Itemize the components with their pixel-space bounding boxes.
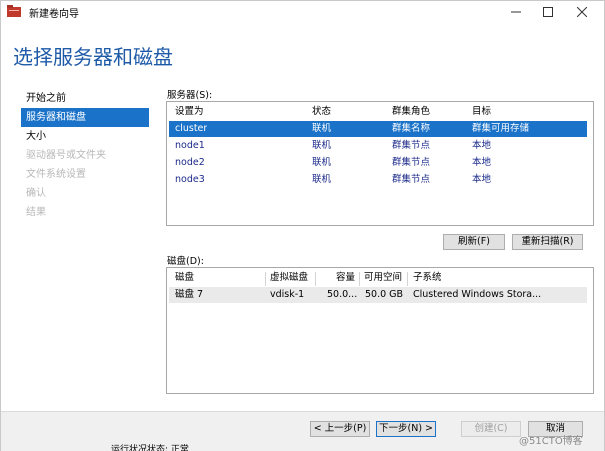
col-header-subsystem[interactable]: 子系统 [413,270,442,286]
disk-free-space: 50.0 GB [365,289,404,300]
background-status-text: 运行状况状态: 正常 [111,445,189,451]
col-header-capacity[interactable]: 容量 [336,270,355,286]
server-row-node1[interactable]: node1 联机 群集节点 本地 [169,138,587,154]
disk-capacity: 50.0... [327,289,358,300]
window-title: 新建卷向导 [29,9,79,20]
maximize-button[interactable] [533,1,563,23]
page-title: 选择服务器和磁盘 [13,45,173,69]
title-bar[interactable]: 新建卷向导 [1,1,604,23]
server-role: 群集节点 [392,174,431,185]
server-row-node3[interactable]: node3 联机 群集节点 本地 [169,172,587,188]
server-list-header: 设置为 状态 群集角色 目标 [169,104,587,120]
column-divider[interactable] [315,272,316,286]
server-status: 联机 [312,140,332,151]
next-button[interactable]: 下一步(N) > [376,421,436,437]
watermark: @51CTO博客 [519,436,583,447]
disk-row[interactable]: 磁盘 7 vdisk-1 50.0... 50.0 GB Clustered W… [169,287,587,303]
server-name: node3 [175,174,205,185]
column-divider[interactable] [359,272,360,286]
col-header-set-as[interactable]: 设置为 [175,104,204,120]
col-header-virtual-disk[interactable]: 虚拟磁盘 [270,270,308,286]
server-status: 联机 [312,157,332,168]
disk-list-header: 磁盘 虚拟磁盘 容量 可用空间 子系统 [169,270,587,286]
server-role: 群集节点 [392,157,431,168]
server-status: 联机 [312,123,332,134]
minimize-button[interactable] [501,1,531,23]
server-list[interactable]: 设置为 状态 群集角色 目标 cluster 联机 群集名称 群集可用存储 no… [166,101,594,226]
col-header-cluster-role[interactable]: 群集角色 [392,104,430,120]
disk-subsystem: Clustered Windows Stora... [413,289,542,300]
server-name: node2 [175,157,205,168]
nav-item-before-begin[interactable]: 开始之前 [21,89,149,108]
wizard-nav: 开始之前 服务器和磁盘 大小 驱动器号或文件夹 文件系统设置 确认 结果 [21,89,149,222]
server-row-cluster[interactable]: cluster 联机 群集名称 群集可用存储 [169,121,587,137]
nav-item-results: 结果 [26,207,46,218]
disks-label: 磁盘(D): [167,256,204,267]
server-target: 本地 [472,157,492,168]
nav-item-size[interactable]: 大小 [21,127,149,146]
server-role: 群集名称 [392,123,431,134]
wizard-window: 新建卷向导 选择服务器和磁盘 开始之前 服务器和磁盘 大小 驱动器号或文件夹 文… [0,0,605,451]
disk-name: 磁盘 7 [175,289,204,300]
disk-vdisk: vdisk-1 [270,289,305,300]
minimize-icon [511,11,521,13]
col-header-free-space[interactable]: 可用空间 [364,270,402,286]
col-header-target[interactable]: 目标 [472,104,491,120]
servers-label: 服务器(S): [167,90,213,101]
rescan-button[interactable]: 重新扫描(R) [512,234,583,250]
nav-item-file-system: 文件系统设置 [26,169,86,180]
column-divider[interactable] [407,272,408,286]
close-button[interactable] [567,1,597,23]
red-folder-icon [7,5,21,17]
refresh-button[interactable]: 刷新(F) [443,234,505,250]
create-button: 创建(C) [461,421,521,437]
col-header-disk[interactable]: 磁盘 [175,270,194,286]
server-target: 本地 [472,174,492,185]
nav-item-server-and-disk[interactable]: 服务器和磁盘 [21,108,149,127]
server-target: 本地 [472,140,492,151]
close-icon [577,7,587,17]
server-name: cluster [175,123,208,134]
disk-list[interactable]: 磁盘 虚拟磁盘 容量 可用空间 子系统 磁盘 7 vdisk-1 50.0...… [166,267,594,394]
col-header-status[interactable]: 状态 [312,104,331,120]
server-status: 联机 [312,174,332,185]
server-row-node2[interactable]: node2 联机 群集节点 本地 [169,155,587,171]
nav-item-drive-letter: 驱动器号或文件夹 [26,150,106,161]
back-button[interactable]: < 上一步(P) [310,421,370,437]
maximize-icon [543,7,553,17]
server-role: 群集节点 [392,140,431,151]
column-divider[interactable] [265,272,266,286]
server-name: node1 [175,140,205,151]
server-target: 群集可用存储 [472,123,530,134]
nav-item-confirm: 确认 [26,188,46,199]
